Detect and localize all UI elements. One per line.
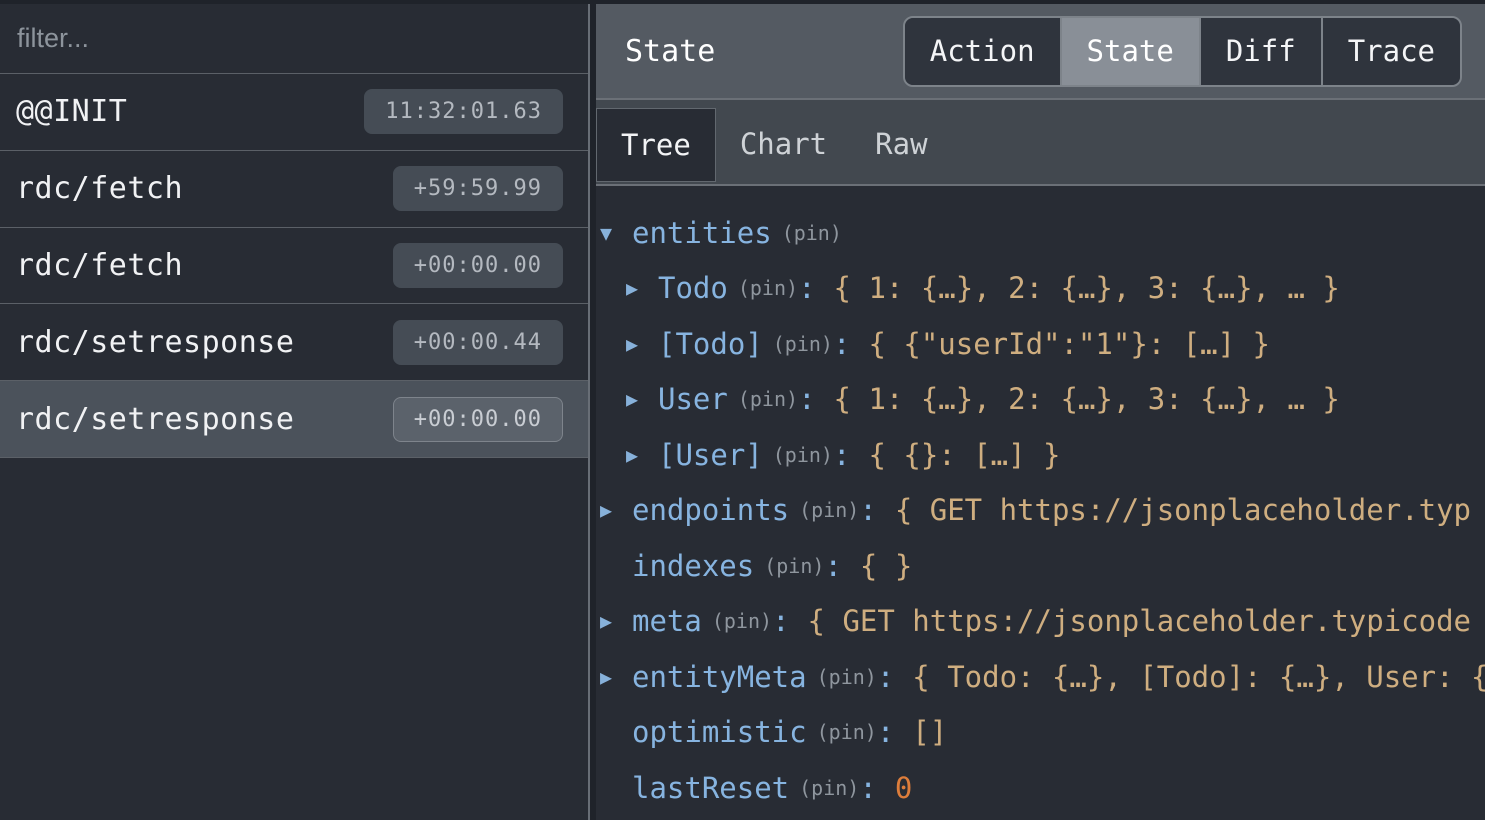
- tree-colon: :: [798, 271, 815, 305]
- action-row[interactable]: rdc/fetch +00:00.00: [0, 228, 588, 305]
- tree-colon: :: [824, 549, 841, 583]
- tree-colon: :: [877, 660, 894, 694]
- tree-colon: :: [877, 715, 894, 749]
- tree-pin-label[interactable]: (pin): [773, 332, 833, 356]
- action-timestamp-badge: +00:00.44: [393, 320, 563, 365]
- tree-preview: { {}: […] }: [868, 438, 1060, 472]
- tree-preview: { }: [860, 549, 912, 583]
- tree-row[interactable]: ▶ [Todo] (pin) : { {"userId":"1"}: […] }: [596, 316, 1485, 372]
- tree-preview: { GET https://jsonplaceholder.typicode: [808, 604, 1471, 638]
- tree-preview: { Todo: {…}, [Todo]: {…}, User: {: [912, 660, 1485, 694]
- state-tree-view: ▼ entities (pin) ▶ Todo (pin) : { 1: {…}…: [596, 186, 1485, 820]
- expand-icon[interactable]: ▶: [600, 498, 632, 522]
- action-name: rdc/fetch: [16, 248, 183, 283]
- tree-pin-label[interactable]: (pin): [799, 498, 859, 522]
- filter-input[interactable]: [0, 4, 588, 73]
- subtab-raw[interactable]: Raw: [851, 108, 951, 182]
- expand-icon[interactable]: ▶: [626, 387, 658, 411]
- inspector-panel: State Action State Diff Trace Tree Chart…: [596, 4, 1485, 820]
- tree-pin-label[interactable]: (pin): [817, 720, 877, 744]
- collapse-icon[interactable]: ▼: [600, 221, 632, 245]
- tree-preview: { {"userId":"1"}: […] }: [868, 327, 1270, 361]
- tree-key[interactable]: [Todo]: [658, 327, 763, 361]
- redux-devtools-app: @@INIT 11:32:01.63 rdc/fetch +59:59.99 r…: [0, 0, 1485, 820]
- tree-colon: :: [859, 771, 876, 805]
- action-row[interactable]: rdc/setresponse +00:00.00: [0, 381, 588, 458]
- tree-row[interactable]: ▶ User (pin) : { 1: {…}, 2: {…}, 3: {…},…: [596, 372, 1485, 428]
- expand-icon[interactable]: ▶: [626, 332, 658, 356]
- tree-key[interactable]: optimistic: [632, 715, 807, 749]
- tree-preview: []: [912, 715, 947, 749]
- action-timestamp-badge: 11:32:01.63: [364, 89, 563, 134]
- tree-key[interactable]: lastReset: [632, 771, 789, 805]
- action-list: @@INIT 11:32:01.63 rdc/fetch +59:59.99 r…: [0, 74, 588, 820]
- action-timestamp-badge: +00:00.00: [393, 397, 563, 442]
- tree-pin-label[interactable]: (pin): [773, 443, 833, 467]
- filter-bar: [0, 4, 588, 74]
- inspector-header: State Action State Diff Trace: [596, 4, 1485, 100]
- tree-key[interactable]: meta: [632, 604, 702, 638]
- tree-key[interactable]: endpoints: [632, 493, 789, 527]
- action-row[interactable]: rdc/fetch +59:59.99: [0, 151, 588, 228]
- tab-state[interactable]: State: [1060, 18, 1199, 85]
- tree-row[interactable]: lastReset (pin) : 0: [596, 760, 1485, 816]
- tree-key[interactable]: indexes: [632, 549, 754, 583]
- tree-key[interactable]: entityMeta: [632, 660, 807, 694]
- expand-icon[interactable]: ▶: [600, 609, 632, 633]
- action-log-panel: @@INIT 11:32:01.63 rdc/fetch +59:59.99 r…: [0, 4, 590, 820]
- expand-icon[interactable]: ▶: [626, 443, 658, 467]
- tab-trace[interactable]: Trace: [1321, 18, 1460, 85]
- tree-row[interactable]: ▶ endpoints (pin) : { GET https://jsonpl…: [596, 483, 1485, 539]
- tree-colon: :: [859, 493, 876, 527]
- action-timestamp-badge: +59:59.99: [393, 166, 563, 211]
- tree-pin-label[interactable]: (pin): [782, 221, 842, 245]
- tree-row[interactable]: ▶ meta (pin) : { GET https://jsonplaceho…: [596, 594, 1485, 650]
- action-timestamp-badge: +00:00.00: [393, 243, 563, 288]
- action-row[interactable]: @@INIT 11:32:01.63: [0, 74, 588, 151]
- tab-action[interactable]: Action: [905, 18, 1060, 85]
- tree-colon: :: [772, 604, 789, 638]
- tree-colon: :: [798, 382, 815, 416]
- tree-key[interactable]: [User]: [658, 438, 763, 472]
- inspector-tab-group: Action State Diff Trace: [903, 16, 1462, 87]
- action-name: rdc/setresponse: [16, 325, 294, 360]
- tree-preview: 0: [895, 771, 912, 805]
- tree-preview: { 1: {…}, 2: {…}, 3: {…}, … }: [834, 271, 1340, 305]
- tree-row[interactable]: ▼ entities (pin): [596, 205, 1485, 261]
- inspector-title: State: [625, 34, 715, 69]
- tree-pin-label[interactable]: (pin): [738, 387, 798, 411]
- tree-pin-label[interactable]: (pin): [764, 554, 824, 578]
- expand-icon[interactable]: ▶: [626, 276, 658, 300]
- tree-colon: :: [833, 327, 850, 361]
- tab-diff[interactable]: Diff: [1199, 18, 1321, 85]
- tree-row[interactable]: ▶ Todo (pin) : { 1: {…}, 2: {…}, 3: {…},…: [596, 261, 1485, 317]
- expand-icon[interactable]: ▶: [600, 665, 632, 689]
- tree-row[interactable]: indexes (pin) : { }: [596, 538, 1485, 594]
- tree-row[interactable]: ▶ [User] (pin) : { {}: […] }: [596, 427, 1485, 483]
- tree-key[interactable]: Todo: [658, 271, 728, 305]
- tree-key[interactable]: entities: [632, 216, 772, 250]
- tree-preview: { GET https://jsonplaceholder.typ: [895, 493, 1471, 527]
- action-name: @@INIT: [16, 94, 127, 129]
- subtab-tree[interactable]: Tree: [596, 108, 716, 182]
- action-row[interactable]: rdc/setresponse +00:00.44: [0, 304, 588, 381]
- tree-row[interactable]: optimistic (pin) : []: [596, 705, 1485, 761]
- tree-pin-label[interactable]: (pin): [817, 665, 877, 689]
- tree-pin-label[interactable]: (pin): [712, 609, 772, 633]
- tree-pin-label[interactable]: (pin): [799, 776, 859, 800]
- tree-pin-label[interactable]: (pin): [738, 276, 798, 300]
- subtab-chart[interactable]: Chart: [716, 108, 851, 182]
- action-name: rdc/fetch: [16, 171, 183, 206]
- tree-row[interactable]: ▶ entityMeta (pin) : { Todo: {…}, [Todo]…: [596, 649, 1485, 705]
- tree-preview: { 1: {…}, 2: {…}, 3: {…}, … }: [834, 382, 1340, 416]
- state-subtab-bar: Tree Chart Raw: [596, 100, 1485, 186]
- tree-colon: :: [833, 438, 850, 472]
- action-name: rdc/setresponse: [16, 402, 294, 437]
- tree-key[interactable]: User: [658, 382, 728, 416]
